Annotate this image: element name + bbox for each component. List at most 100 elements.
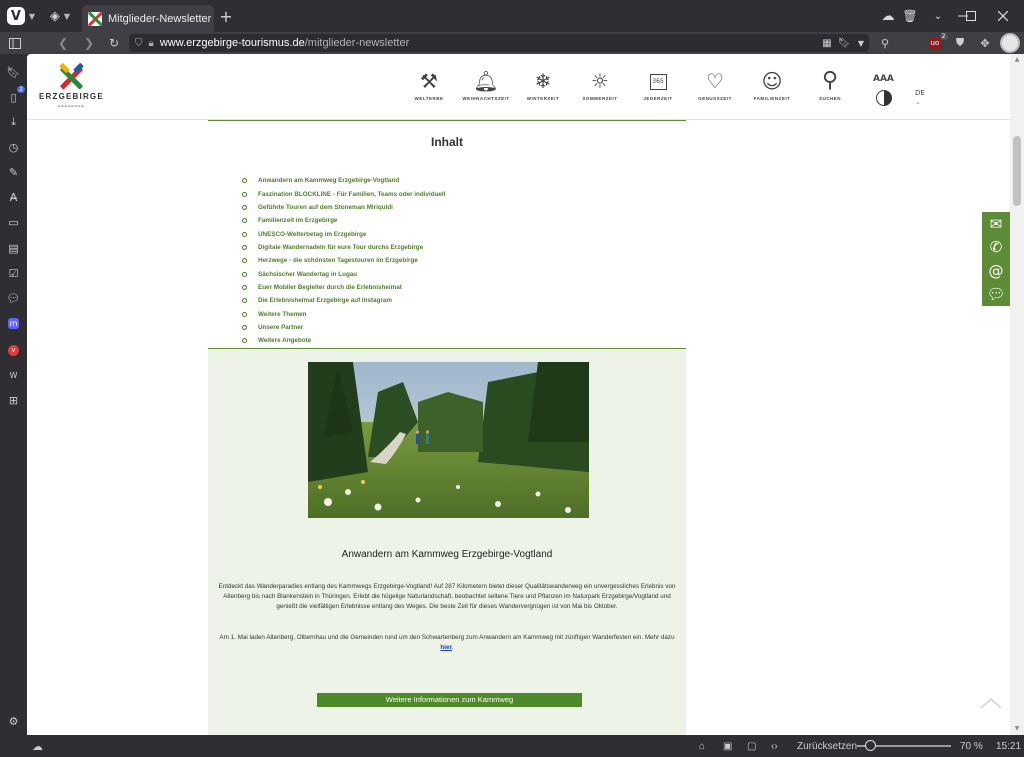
add-web-panel-icon[interactable]: ⊞ bbox=[2, 389, 25, 411]
panel-toggle-button[interactable] bbox=[4, 32, 26, 54]
contrast-toggle-icon[interactable] bbox=[876, 90, 892, 106]
scroll-up-icon[interactable]: ▲ bbox=[1012, 56, 1022, 63]
tiling-icon[interactable]: ▢ bbox=[747, 735, 756, 757]
search-icon[interactable]: ⚲ bbox=[876, 32, 894, 54]
toc-link[interactable]: Unsere Partner bbox=[258, 324, 303, 331]
envelope-icon[interactable]: ✉ bbox=[990, 215, 1003, 233]
url-field[interactable]: ⛉ 🔒︎ www.erzgebirge-tourismus.de/mitglie… bbox=[129, 34, 869, 52]
vivaldi-menu-button[interactable]: V ▼ bbox=[4, 0, 38, 32]
zoom-slider-knob[interactable] bbox=[865, 740, 877, 751]
toc-link[interactable]: Digitale Wandernadeln für eure Tour durc… bbox=[258, 244, 423, 251]
toc-link[interactable]: Anwandern am Kammweg Erzgebirge-Vogtland bbox=[258, 177, 399, 184]
notes-icon[interactable]: ✎ bbox=[2, 161, 25, 183]
trash-icon[interactable]: 🗑 bbox=[900, 0, 920, 32]
wikipedia-icon[interactable]: W bbox=[2, 364, 25, 386]
page-actions-icon[interactable]: ⌂ bbox=[699, 735, 705, 757]
zoom-slider[interactable] bbox=[857, 740, 951, 751]
nav-welterbe[interactable]: ⚒ WELTERBE bbox=[399, 66, 459, 112]
toc-item[interactable]: Digitale Wandernadeln für eure Tour durc… bbox=[242, 241, 445, 254]
toc-link[interactable]: Geführte Touren auf dem Stoneman Miriqui… bbox=[258, 204, 393, 211]
bullet-icon bbox=[242, 178, 247, 184]
mastodon-icon[interactable]: m bbox=[2, 312, 25, 334]
ublock-extension-button[interactable]: uo 2 bbox=[926, 32, 948, 54]
tab-stack-button[interactable]: ◈ ▼ bbox=[44, 0, 76, 32]
sync-cloud-icon[interactable]: ☁ bbox=[876, 0, 900, 32]
tab-mitglieder-newsletter[interactable]: Mitglieder-Newsletter bbox=[82, 5, 214, 32]
toc-link[interactable]: Die Erlebnisheimat Erzgebirge auf Instag… bbox=[258, 297, 392, 304]
toc-item[interactable]: Weitere Angebote bbox=[242, 334, 445, 347]
nav-winterzeit[interactable]: ❄ WINTERZEIT bbox=[513, 66, 573, 112]
cloud-sync-icon[interactable]: ☁ bbox=[32, 735, 43, 757]
nav-sommerzeit[interactable]: ☼ SOMMERZEIT bbox=[570, 66, 630, 112]
forward-button[interactable]: ❯ bbox=[80, 32, 98, 54]
font-size-control[interactable]: AAA bbox=[873, 74, 894, 84]
new-tab-button[interactable]: + bbox=[216, 0, 236, 32]
at-sign-icon[interactable]: @ bbox=[989, 262, 1004, 280]
toc-item[interactable]: Faszination BLOCKLINE - Für Familien, Te… bbox=[242, 187, 445, 200]
toc-link[interactable]: Herzwege - die schönsten Tagestouren im … bbox=[258, 257, 418, 264]
toc-link[interactable]: Familienzeit im Erzgebirge bbox=[258, 217, 337, 224]
language-select[interactable]: DE bbox=[915, 89, 925, 97]
chevron-down-icon[interactable]: ⌄ bbox=[915, 98, 921, 106]
image-toggle-icon[interactable]: ▣ bbox=[723, 735, 732, 757]
toc-link[interactable]: UNESCO-Welterbetag im Erzgebirge bbox=[258, 231, 366, 238]
code-icon[interactable]: ‹› bbox=[771, 735, 778, 757]
toc-item[interactable]: UNESCO-Welterbetag im Erzgebirge bbox=[242, 227, 445, 240]
profile-avatar[interactable] bbox=[999, 32, 1021, 54]
scroll-down-icon[interactable]: ▼ bbox=[1012, 725, 1022, 732]
toc-item[interactable]: Anwandern am Kammweg Erzgebirge-Vogtland bbox=[242, 174, 445, 187]
close-window-button[interactable] bbox=[992, 0, 1014, 32]
toc-link[interactable]: Euer Mobiler Begleiter durch die Erlebni… bbox=[258, 284, 402, 291]
nav-suchen[interactable]: ⚲ SUCHEN bbox=[800, 66, 860, 112]
toc-item[interactable]: Unsere Partner bbox=[242, 321, 445, 334]
settings-gear-icon[interactable]: ⚙ bbox=[2, 710, 25, 732]
translate-icon[interactable]: A̶ bbox=[2, 186, 25, 208]
chat-bubble-icon[interactable]: 💬︎ bbox=[986, 285, 1005, 303]
newsletter-table-of-contents: Inhalt Anwandern am Kammweg Erzgebirge-V… bbox=[208, 120, 686, 349]
toc-item[interactable]: Familienzeit im Erzgebirge bbox=[242, 214, 445, 227]
maximize-button[interactable] bbox=[960, 0, 982, 32]
chat-icon[interactable]: 💬︎ bbox=[2, 287, 25, 309]
scrollbar-thumb[interactable] bbox=[1013, 136, 1021, 206]
calendar-icon[interactable]: ▤ bbox=[2, 237, 25, 259]
nav-genusszeit[interactable]: ♡ GENUSSZEIT bbox=[685, 66, 745, 112]
bookmarks-panel-icon[interactable]: 🔖︎ bbox=[2, 61, 25, 83]
qr-code-icon[interactable]: ▦ bbox=[820, 32, 834, 54]
nav-weihnachtszeit[interactable]: 🔔︎ WEIHNACHTSZEIT bbox=[456, 66, 516, 112]
toc-item[interactable]: Die Erlebnisheimat Erzgebirge auf Instag… bbox=[242, 294, 445, 307]
toc-link[interactable]: Faszination BLOCKLINE - Für Familien, Te… bbox=[258, 191, 445, 198]
back-button[interactable]: ❮ bbox=[54, 32, 72, 54]
window-panel-icon[interactable]: ▭ bbox=[2, 211, 25, 233]
nav-jederzeit[interactable]: 365 JEDERZEIT bbox=[628, 66, 688, 112]
more-info-kammweg-button[interactable]: Weitere Informationen zum Kammweg bbox=[317, 693, 582, 707]
toc-item[interactable]: Herzwege - die schönsten Tagestouren im … bbox=[242, 254, 445, 267]
downloads-icon[interactable]: ⤓ bbox=[2, 111, 25, 133]
tasks-check-icon[interactable]: ☑ bbox=[2, 262, 25, 284]
logo-wordmark: ERZGEBIRGE bbox=[39, 92, 104, 101]
nav-familienzeit[interactable]: ☺ FAMILIENZEIT bbox=[742, 66, 802, 112]
toc-link[interactable]: Sächsischer Wandertag in Lugau bbox=[258, 271, 357, 278]
toc-link[interactable]: Weitere Angebote bbox=[258, 337, 311, 344]
zoom-reset-button[interactable]: Zurücksetzen bbox=[797, 735, 857, 757]
chevron-down-icon[interactable]: ▼ bbox=[855, 32, 867, 54]
tab-list-chevron-icon[interactable]: ⌄ bbox=[928, 0, 948, 32]
toc-item[interactable]: Geführte Touren auf dem Stoneman Miriqui… bbox=[242, 201, 445, 214]
toc-item[interactable]: Weitere Themen bbox=[242, 307, 445, 320]
toc-item[interactable]: Sächsischer Wandertag in Lugau bbox=[242, 267, 445, 280]
page-scrollbar[interactable]: ▲ ▼ bbox=[1010, 54, 1024, 735]
more-info-link[interactable]: hier bbox=[440, 644, 452, 651]
privacy-shield-icon[interactable]: ⛊ bbox=[952, 32, 968, 54]
back-to-top-icon[interactable] bbox=[980, 696, 1002, 710]
bullet-icon bbox=[242, 204, 247, 210]
phone-icon[interactable]: ✆ bbox=[990, 238, 1003, 256]
toc-item[interactable]: Euer Mobiler Begleiter durch die Erlebni… bbox=[242, 281, 445, 294]
reading-list-icon[interactable]: ▯ 2 bbox=[2, 86, 25, 108]
bookmark-icon[interactable]: 🔖︎ bbox=[838, 32, 851, 54]
toc-link[interactable]: Weitere Themen bbox=[258, 311, 307, 318]
reload-button[interactable]: ↻ bbox=[105, 32, 123, 54]
bells-icon: 🔔︎ bbox=[473, 69, 499, 93]
history-clock-icon[interactable]: ◷ bbox=[2, 136, 25, 158]
vivaldi-web-panel-icon[interactable]: v bbox=[2, 339, 25, 361]
erzgebirge-logo[interactable]: ERZGEBIRGE ▬▬▬▬▬▬▬▬ bbox=[39, 62, 104, 110]
extensions-puzzle-icon[interactable]: ✥ bbox=[976, 32, 994, 54]
